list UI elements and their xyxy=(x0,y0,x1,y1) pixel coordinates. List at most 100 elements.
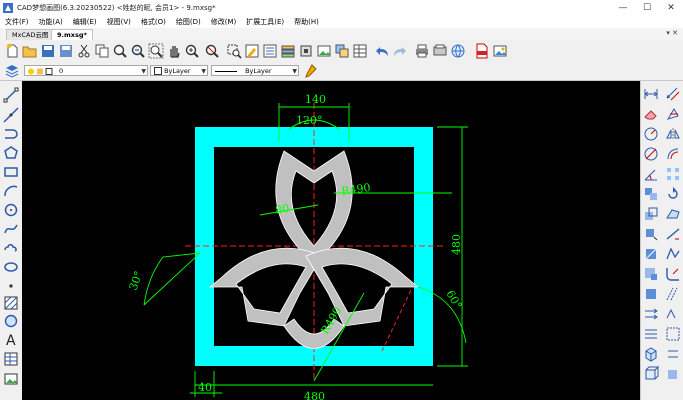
maximize-button[interactable]: ☐ xyxy=(635,0,659,15)
cut-icon[interactable] xyxy=(76,43,92,59)
undo-icon[interactable] xyxy=(374,43,390,59)
polyline-tool-icon[interactable] xyxy=(3,126,19,142)
divide-icon[interactable] xyxy=(643,306,659,322)
array-icon[interactable] xyxy=(665,166,681,182)
layer-manager-icon[interactable] xyxy=(4,63,20,79)
menu-draw[interactable]: 绘图(D) xyxy=(171,17,206,27)
spline-tool-icon[interactable] xyxy=(3,221,19,237)
block-icon[interactable] xyxy=(298,43,314,59)
linetype-preview xyxy=(215,70,237,72)
zoom-previous-icon[interactable] xyxy=(204,43,220,59)
extend-icon[interactable] xyxy=(665,226,681,242)
tab-menu-close[interactable]: ▾ ✕ xyxy=(666,29,678,37)
table-icon[interactable] xyxy=(352,43,368,59)
menu-view[interactable]: 视图(V) xyxy=(102,17,136,27)
arc-tool-icon[interactable] xyxy=(3,183,19,199)
menu-help[interactable]: 帮助(H) xyxy=(289,17,324,27)
menu-edit[interactable]: 编辑(E) xyxy=(68,17,102,27)
copy-3d-icon[interactable] xyxy=(665,366,681,382)
region-tool-icon[interactable] xyxy=(3,313,19,329)
dim-right-angle: 60° xyxy=(443,288,464,311)
circle-tool-icon[interactable] xyxy=(3,202,19,218)
save-as-icon[interactable] xyxy=(58,43,74,59)
title-bar: CAD梦想画图(6.3.20230522) <姓赵的昵, 会员1> - 9.mx… xyxy=(0,0,683,16)
modify-arrows-icon[interactable] xyxy=(665,346,681,362)
print-icon[interactable] xyxy=(414,43,430,59)
chamfer-icon[interactable] xyxy=(643,266,659,282)
new-file-icon[interactable] xyxy=(4,43,20,59)
aligned-dimension-icon[interactable] xyxy=(665,86,681,102)
line-tool-icon[interactable] xyxy=(3,87,19,103)
group-icon[interactable] xyxy=(665,326,681,342)
image-icon[interactable] xyxy=(316,43,332,59)
text-tool-icon[interactable]: A xyxy=(3,331,19,347)
explode-icon[interactable] xyxy=(643,286,659,302)
zoom-extents-icon[interactable] xyxy=(130,43,146,59)
pdf-export-icon[interactable] xyxy=(474,43,490,59)
color-value: ByLayer xyxy=(164,67,191,75)
copy-icon[interactable] xyxy=(94,43,110,59)
offset-icon[interactable] xyxy=(665,146,681,162)
web-globe-icon[interactable] xyxy=(450,43,466,59)
edit-text-icon[interactable] xyxy=(244,43,260,59)
zoom-window-icon[interactable] xyxy=(112,43,128,59)
lengthen-icon[interactable] xyxy=(665,286,681,302)
match-properties-brush-icon[interactable] xyxy=(302,63,318,79)
save-icon[interactable] xyxy=(40,43,56,59)
radius-dimension-icon[interactable] xyxy=(643,126,659,142)
drawing-svg[interactable]: 140 120° R490 80 480 30° 60° R490 40 480 xyxy=(22,81,640,400)
menu-extensions[interactable]: 扩展工具(E) xyxy=(241,17,289,27)
menu-modify[interactable]: 修改(M) xyxy=(206,17,242,27)
rectangle-tool-icon[interactable] xyxy=(3,164,19,180)
ellipse-tool-icon[interactable] xyxy=(3,259,19,275)
hatch-tool-icon[interactable] xyxy=(3,295,19,311)
dim-height: 480 xyxy=(450,234,463,255)
layer-dropdown[interactable]: 0 ▼ xyxy=(24,65,148,76)
open-file-icon[interactable] xyxy=(22,43,38,59)
export-image-icon[interactable] xyxy=(492,43,508,59)
cube-3d-icon[interactable] xyxy=(643,366,659,382)
menu-bar: 文件(F) 功能(A) 编辑(E) 视图(V) 格式(O) 绘图(D) 修改(M… xyxy=(0,15,683,29)
menu-function[interactable]: 功能(A) xyxy=(34,17,68,27)
revision-cloud-icon[interactable] xyxy=(3,240,19,256)
trim-icon[interactable] xyxy=(643,226,659,242)
mirror-icon[interactable] xyxy=(665,126,681,142)
rotate-icon[interactable] xyxy=(665,186,681,202)
insert-block-icon[interactable] xyxy=(334,43,350,59)
copy-object-icon[interactable] xyxy=(665,106,681,122)
select-window-icon[interactable] xyxy=(226,43,242,59)
close-button[interactable]: ✕ xyxy=(659,0,683,15)
color-dropdown[interactable]: ByLayer ▼ xyxy=(150,65,208,76)
drawing-canvas[interactable]: 140 120° R490 80 480 30° 60° R490 40 480 xyxy=(22,81,640,400)
polygon-tool-icon[interactable] xyxy=(3,145,19,161)
insert-image-tool-icon[interactable] xyxy=(3,371,19,387)
menu-format[interactable]: 格式(O) xyxy=(136,17,171,27)
erase-icon[interactable] xyxy=(643,106,659,122)
layer-properties-icon[interactable] xyxy=(280,43,296,59)
menu-file[interactable]: 文件(F) xyxy=(0,17,34,27)
break-icon[interactable] xyxy=(643,246,659,262)
measure-icon[interactable] xyxy=(665,306,681,322)
linear-dimension-icon[interactable] xyxy=(643,86,659,102)
plot-icon[interactable] xyxy=(432,43,448,59)
dim-bottom-total: 480 xyxy=(304,390,325,400)
fillet-icon[interactable] xyxy=(665,266,681,282)
diameter-dimension-icon[interactable] xyxy=(643,146,659,162)
box-3d-icon[interactable] xyxy=(643,346,659,362)
construction-line-icon[interactable] xyxy=(3,107,19,123)
draworder-icon[interactable] xyxy=(643,326,659,342)
minimize-button[interactable]: — xyxy=(611,0,635,15)
move-icon[interactable] xyxy=(643,186,659,202)
pan-hand-icon[interactable] xyxy=(166,43,182,59)
join-icon[interactable] xyxy=(665,246,681,262)
properties-icon[interactable] xyxy=(262,43,278,59)
redo-icon[interactable] xyxy=(392,43,408,59)
stretch-icon[interactable] xyxy=(665,206,681,222)
zoom-realtime-icon[interactable] xyxy=(184,43,200,59)
angular-dimension-icon[interactable] xyxy=(643,166,659,182)
linetype-dropdown[interactable]: ByLayer ▼ xyxy=(211,65,299,76)
zoom-all-icon[interactable] xyxy=(148,43,164,59)
table-tool-icon[interactable] xyxy=(3,351,19,367)
point-tool-icon[interactable] xyxy=(3,278,19,294)
scale-icon[interactable] xyxy=(643,206,659,222)
